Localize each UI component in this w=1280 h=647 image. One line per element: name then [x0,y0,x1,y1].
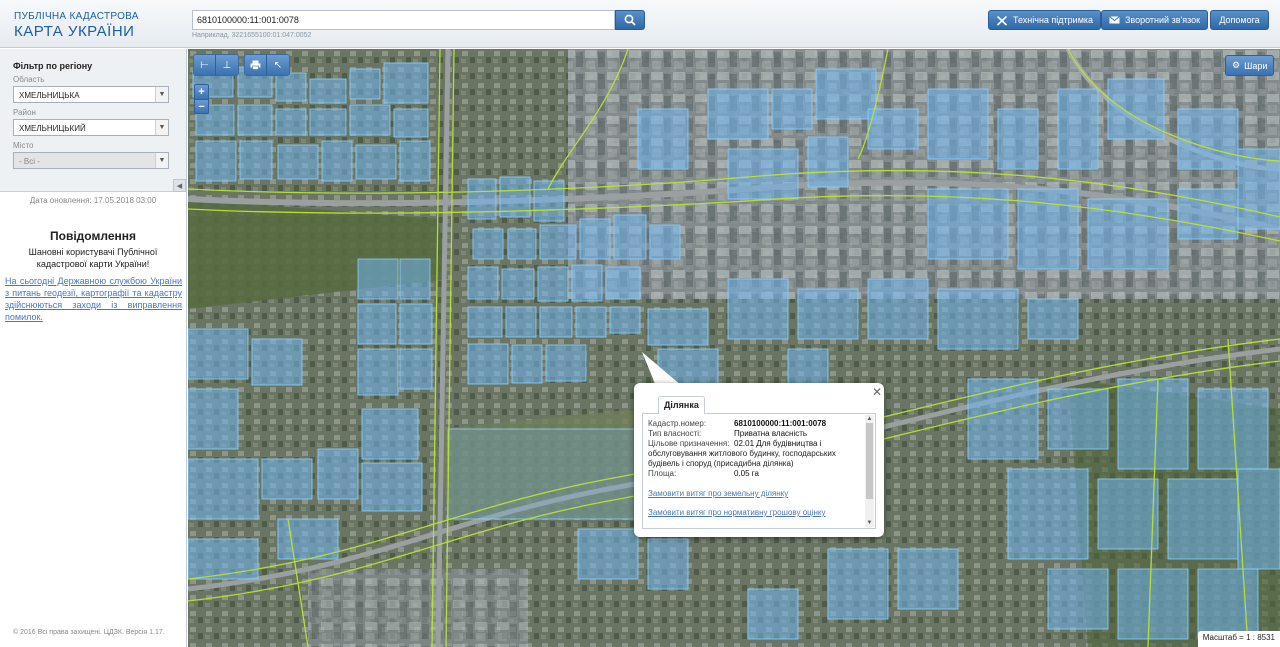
rayon-value: ХМЕЛЬНИЦЬКИЙ [19,124,86,133]
popup-scrollbar[interactable]: ▲ ▼ [865,415,874,527]
action-toolbar: ↖ [244,54,290,76]
identify-button[interactable]: ↖ [267,55,289,75]
row-key: Кадастр.номер: [648,419,707,428]
zoom-in-icon: + [198,86,205,98]
scroll-thumb[interactable] [866,423,873,499]
tech-support-label: Технічна підтримка [1013,15,1094,25]
update-date: Дата оновлення: 17.05.2018 03:00 [29,196,157,205]
chevron-left-icon: ◀ [176,182,183,190]
oblast-label: Область [13,75,45,84]
notice-greeting: Шановні користувачі Публічної кадастрово… [28,247,158,269]
search-icon [624,14,636,26]
notice-link[interactable]: На сьогодні Державною службою України з … [5,275,182,323]
purpose-continuation: обслуговування житлового будинку, господ… [648,449,836,468]
info-cursor-icon: ↖ [273,59,283,71]
print-button[interactable] [245,55,267,75]
feedback-label: Зворотний зв'язок [1125,15,1201,25]
header-bar: ПУБЛІЧНА КАДАСТРОВА КАРТА УКРАЇНИ Наприк… [0,0,1280,48]
row-value: 02.01 Для будівництва і [734,439,822,448]
area-measure-button[interactable]: ⊥ [216,55,238,75]
row-key: Цільове призначення: [648,439,730,448]
parcel-popup: ✕ Ділянка Кадастр.номер: 6810100000:11:0… [634,383,884,537]
region-filter: Фільтр по регіону Область ХМЕЛЬНИЦЬКА ▼ … [0,49,186,192]
zoom-out-icon: − [198,100,205,113]
row-key: Площа: [648,469,677,478]
notice-title: Повідомлення [50,229,136,243]
row-value: 0.05 га [734,469,759,478]
zoom-in-button[interactable]: + [195,85,208,99]
tab-parcel[interactable]: Ділянка [658,396,705,414]
filter-title: Фільтр по регіону [13,61,93,71]
row-value: 6810100000:11:001:0078 [734,419,827,428]
oblast-value: ХМЕЛЬНИЦЬКА [19,91,80,100]
row-key: Тип власності: [648,429,702,438]
map-view[interactable]: ⊢ ⊥ ↖ + − ⚙ Шари Масштаб = 1 : 8531 ✕ Ді… [188,49,1280,647]
chevron-down-icon: ▼ [155,153,168,168]
tools-icon [996,15,1008,26]
copyright: © 2016 Всі права захищені. ЦДЗК. Версія … [13,629,165,636]
search-hint: Наприклад, 3221655100:01:047:0052 [192,32,312,39]
layers-button[interactable]: ⚙ Шари [1225,55,1275,76]
gear-icon: ⚙ [1232,60,1241,70]
rayon-select[interactable]: ХМЕЛЬНИЦЬКИЙ ▼ [13,119,169,136]
ruler-icon: ⊢ [200,59,209,71]
chevron-down-icon: ▼ [155,120,168,135]
print-icon [250,60,261,70]
zoom-out-button[interactable]: − [195,99,208,113]
logo-line2: КАРТА УКРАЇНИ [14,23,135,40]
parcel-info: Кадастр.номер: 6810100000:11:001:0078 Ти… [642,413,876,529]
area-ruler-icon: ⊥ [222,59,232,71]
site-logo[interactable]: ПУБЛІЧНА КАДАСТРОВА КАРТА УКРАЇНИ [14,11,139,40]
ruler-button[interactable]: ⊢ [194,55,216,75]
zoom-control: + − [194,84,209,114]
collapse-sidebar-button[interactable]: ◀ [173,179,186,192]
close-icon[interactable]: ✕ [872,386,882,398]
help-label: Допомога [1219,15,1260,25]
search-input[interactable] [192,10,615,30]
tech-support-button[interactable]: Технічна підтримка [988,10,1102,30]
measure-toolbar: ⊢ ⊥ [193,54,239,76]
map-scale: Масштаб = 1 : 8531 [1197,631,1280,647]
order-valuation-link[interactable]: Замовити витяг про нормативну грошову оц… [648,508,826,517]
map-imagery[interactable] [188,49,1280,647]
feedback-button[interactable]: Зворотний зв'язок [1101,10,1209,30]
sidebar: Фільтр по регіону Область ХМЕЛЬНИЦЬКА ▼ … [0,49,187,647]
scroll-up-icon[interactable]: ▲ [865,415,874,423]
search-button[interactable] [615,10,645,30]
scroll-down-icon[interactable]: ▼ [865,519,874,527]
help-button[interactable]: Допомога [1210,10,1269,30]
row-value: Приватна власність [734,429,808,438]
envelope-icon [1109,16,1120,24]
order-extract-link[interactable]: Замовити витяг про земельну ділянку [648,489,788,498]
layers-label: Шари [1244,60,1268,71]
oblast-select[interactable]: ХМЕЛЬНИЦЬКА ▼ [13,86,169,103]
city-value: - Всі - [19,157,40,166]
city-select[interactable]: - Всі - ▼ [13,152,169,169]
city-label: Місто [13,141,34,150]
rayon-label: Район [13,108,36,117]
chevron-down-icon: ▼ [155,87,168,102]
logo-line1: ПУБЛІЧНА КАДАСТРОВА [14,11,139,22]
